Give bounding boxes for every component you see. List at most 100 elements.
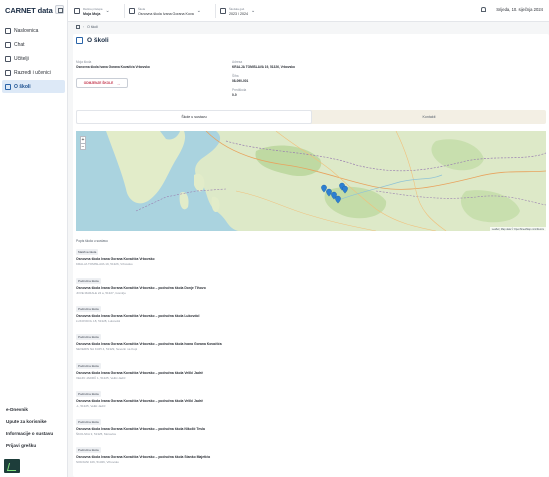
school-icon [5, 83, 11, 90]
misc-value: 0-0 [232, 92, 237, 97]
list-item: Područna škola Osnovna škola Ivana Goran… [76, 391, 203, 408]
home-icon[interactable] [76, 25, 80, 29]
link-informacije[interactable]: Informacije o sustavu [6, 428, 53, 440]
school-type-badge: Područna škola [76, 447, 101, 453]
sidebar-item-o-skoli[interactable]: O školi [2, 80, 65, 93]
code-value: 08-090-001 [232, 78, 249, 83]
sidebar-item-razredi[interactable]: Razredi i učenici [2, 66, 65, 79]
school-address: -1, 51325, Veliki Jadrč [76, 403, 106, 408]
code-info: Šifra 08-090-001 [232, 74, 248, 83]
chevron-down-icon: ⌄ [251, 8, 256, 14]
tab-kontakti[interactable]: Kontakti [312, 110, 546, 124]
misc-info: Predškola 0-0 [232, 88, 246, 97]
school-type-badge: Područna škola [76, 306, 101, 312]
link-upute[interactable]: Upute za korisnike [6, 416, 53, 428]
chevron-down-icon: ⌄ [105, 8, 110, 14]
schools-list-title: Popis škola u sustavu [76, 239, 108, 243]
school-name: Osnovna škola Ivana Gorana Kovačića Vrbo… [76, 341, 222, 346]
page-title-text: O školi [87, 37, 109, 44]
address-value: KRALJA TOMISLAVA 19, 51326, Vrbovsko [232, 64, 295, 69]
school-address: VELIKI JADRČ 1, 51325, Veliki Jadrč [76, 375, 126, 380]
home-icon [5, 27, 11, 34]
partner-logo [4, 459, 20, 473]
school-selector[interactable]: Škola Osnovna škola Ivana Gorana Kova ⌄ [129, 3, 201, 19]
year-selector[interactable]: Školska god. 2023 / 2024 ⌄ [220, 3, 255, 19]
sidebar-item-label: Chat [14, 41, 25, 48]
school-type-badge: Područna škola [76, 419, 101, 425]
address-info: Adresa KRALJA TOMISLAVA 19, 51326, Vrbov… [232, 60, 295, 69]
link-prijavi-gresku[interactable]: Prijavi grešku [6, 440, 53, 452]
zoom-in-button[interactable]: + [81, 137, 85, 143]
school-name: Osnovna škola Ivana Gorana Kovačića Vrbo… [76, 285, 206, 290]
school-label: Moja škola [76, 60, 92, 64]
school-name: Osnovna škola Ivana Gorana Kovačića Vrbo… [76, 256, 155, 261]
classroom-icon [5, 69, 11, 76]
list-item: Područna škola Osnovna škola Ivana Goran… [76, 447, 210, 464]
map-attribution: Leaflet | Map data © OpenStreetMap contr… [489, 227, 546, 231]
sidebar: CARNET data Naslovnica Chat Učitelji Raz… [0, 0, 68, 477]
role-value: Moja Moja [83, 11, 101, 16]
school-type-badge: Matična škola [76, 249, 99, 255]
school-name: Osnovna škola Ivana Gorana Kovačića Vrbo… [76, 426, 205, 431]
school-name: Osnovna škola Ivana Gorana Kovačića Vrbo… [76, 313, 200, 318]
list-item: Područna škola Osnovna škola Ivana Goran… [76, 363, 203, 380]
misc-label: Predškola [232, 88, 247, 92]
school-name: Osnovna škola Ivana Gorana Kovačića Vrbo… [76, 64, 150, 69]
school-icon [76, 37, 83, 44]
map-zoom-control: + − [80, 136, 86, 150]
sidebar-item-ucitelji[interactable]: Učitelji [2, 52, 65, 65]
brand-logo[interactable]: CARNET data [5, 6, 53, 15]
school-address: ŠKOLSKA 3, 51325, Moravice [76, 431, 117, 436]
teacher-icon [5, 55, 11, 62]
school-type-badge: Područna škola [76, 363, 101, 369]
sidebar-nav: Naslovnica Chat Učitelji Razredi i učeni… [2, 24, 65, 94]
zoom-out-button[interactable]: − [81, 143, 85, 150]
list-item: Područna škola Osnovna škola Ivana Goran… [76, 306, 199, 323]
school-address: LUKOVDOL 18, 51328, Lukovdol [76, 318, 121, 323]
main-content: › O školi O školi Moja škola Osnovna ško… [68, 22, 549, 477]
sidebar-item-naslovnica[interactable]: Naslovnica [2, 24, 65, 37]
school-type-badge: Područna škola [76, 391, 101, 397]
school-name: Osnovna škola Ivana Gorana Kovačića Vrbo… [76, 454, 210, 459]
role-selector[interactable]: Razina pristupa Moja Moja ⌄ [74, 3, 110, 19]
schools-map[interactable]: + − Leaflet | Map data © OpenStreetMap c… [76, 131, 546, 231]
bell-icon[interactable] [481, 7, 487, 12]
school-type-badge: Područna škola [76, 334, 101, 340]
tab-skole-u-sustavu[interactable]: Škole u sustavu [76, 110, 312, 124]
sidebar-item-chat[interactable]: Chat [2, 38, 65, 51]
building-icon [129, 8, 135, 14]
school-name: Osnovna škola Ivana Gorana Kovačića Vrbo… [76, 398, 204, 403]
calendar-icon [220, 8, 226, 14]
school-address: JOVE MARALE 24 a, 51327, Gomirje [76, 290, 126, 295]
school-address: SORJANI 106, 51326, Vrbovsko [76, 459, 119, 464]
school-card: O školi Moja škola Osnovna škola Ivana G… [73, 34, 549, 477]
breadcrumb-current: O školi [87, 25, 98, 29]
school-value: Osnovna škola Ivana Gorana Kova [138, 11, 194, 16]
link-e-dnevnik[interactable]: e-Dnevnik [6, 404, 53, 416]
divider [124, 4, 125, 18]
address-label: Adresa [232, 60, 243, 64]
chevron-down-icon: ⌄ [196, 8, 201, 14]
sidebar-item-label: Naslovnica [14, 27, 39, 34]
school-address: SEVERIN NA KUPI 4, 51329, Severin na Kup… [76, 346, 138, 351]
list-item: Područna škola Osnovna škola Ivana Goran… [76, 334, 222, 351]
divider [215, 4, 216, 18]
map-canvas [76, 131, 546, 231]
tabs: Škole u sustavu Kontakti [76, 110, 546, 124]
sidebar-item-label: Razredi i učenici [14, 69, 51, 76]
date-text: Srijeda, 10. siječnja 2024 [496, 7, 543, 12]
arrow-right-icon: → [116, 80, 121, 86]
sidebar-collapse-icon[interactable] [55, 5, 64, 14]
list-item: Područna škola Osnovna škola Ivana Goran… [76, 278, 206, 295]
sidebar-item-label: O školi [14, 83, 31, 90]
breadcrumb-separator: › [83, 25, 85, 29]
role-label: Razina pristupa [83, 6, 103, 11]
top-bar: Razina pristupa Moja Moja ⌄ Škola Osnovn… [68, 0, 549, 22]
breadcrumb: › O školi [76, 25, 98, 29]
page-title: O školi [76, 37, 109, 44]
year-label: Školska god. [229, 6, 246, 11]
school-name: Osnovna škola Ivana Gorana Kovačića Vrbo… [76, 370, 204, 375]
sidebar-footer-links: e-Dnevnik Upute za korisnike Informacije… [6, 404, 53, 452]
code-label: Šifra [232, 74, 239, 78]
school-details-button[interactable]: ODMJENJE ŠKOLE → [76, 78, 128, 88]
